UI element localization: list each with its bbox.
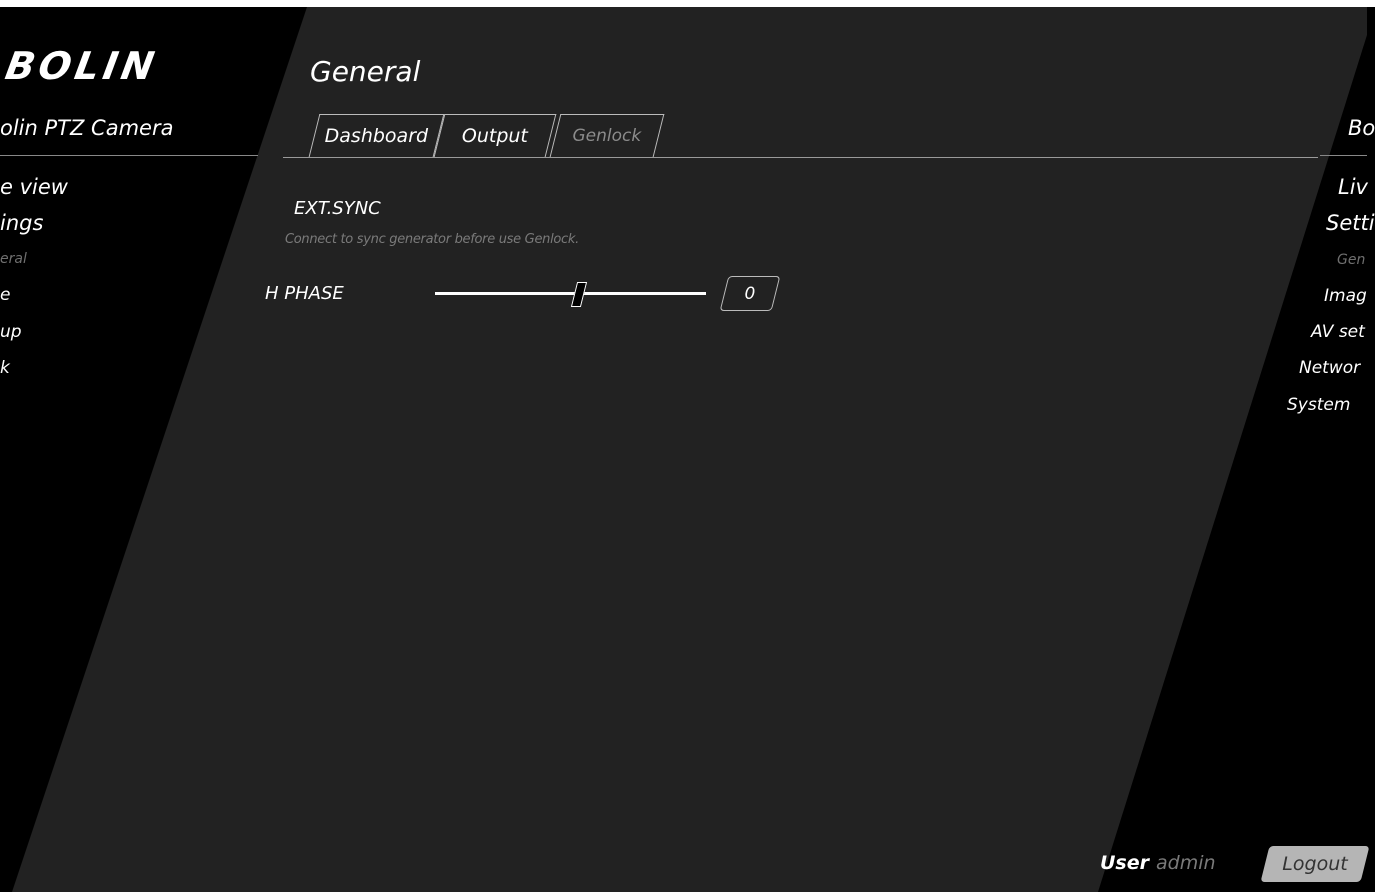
- right-sidebar-item-system[interactable]: System: [1287, 395, 1350, 415]
- right-sidebar-item-live-view[interactable]: Liv: [1338, 175, 1368, 199]
- main-panel: [12, 7, 1367, 892]
- sidebar-item-network[interactable]: k: [0, 358, 10, 378]
- tab-output[interactable]: Output: [433, 114, 557, 157]
- sidebar-item-image[interactable]: e: [0, 285, 10, 305]
- right-sidebar-item-general[interactable]: Gen: [1337, 252, 1365, 268]
- tab-dashboard[interactable]: Dashboard: [308, 114, 445, 157]
- h-phase-value-input[interactable]: 0: [719, 276, 781, 311]
- logout-label: Logout: [1282, 853, 1348, 875]
- sidebar-item-live-view[interactable]: e view: [0, 175, 68, 199]
- sidebar-item-general[interactable]: eral: [0, 251, 27, 267]
- tab-baseline: [283, 157, 1318, 158]
- sidebar-divider: [0, 155, 258, 156]
- h-phase-slider-track[interactable]: [435, 292, 706, 295]
- right-sidebar-divider: [1320, 155, 1367, 156]
- right-camera-name: Bo: [1348, 116, 1375, 140]
- app-window: BOLIN olin PTZ Camera e view ings eral e…: [0, 0, 1375, 892]
- sidebar-item-settings[interactable]: ings: [0, 211, 43, 235]
- right-sidebar-item-network[interactable]: Networ: [1299, 358, 1360, 378]
- tab-output-label: Output: [461, 125, 528, 147]
- tab-genlock-label: Genlock: [572, 126, 642, 146]
- tab-genlock[interactable]: Genlock: [549, 114, 665, 157]
- camera-name: olin PTZ Camera: [0, 116, 174, 140]
- logout-button[interactable]: Logout: [1260, 846, 1370, 882]
- top-bar: [0, 0, 1375, 7]
- ext-sync-title: EXT.SYNC: [294, 198, 381, 219]
- page-title: General: [310, 55, 421, 88]
- h-phase-label: H PHASE: [265, 283, 344, 304]
- right-sidebar-item-image[interactable]: Imag: [1324, 286, 1367, 306]
- user-label: User: [1100, 852, 1149, 874]
- sidebar-item-av-setup[interactable]: up: [0, 322, 22, 342]
- right-sidebar-item-av-setup[interactable]: AV set: [1311, 322, 1365, 342]
- brand-logo: BOLIN: [2, 44, 162, 88]
- right-sidebar-item-settings[interactable]: Setti: [1326, 211, 1375, 235]
- user-name: admin: [1156, 852, 1216, 874]
- genlock-hint: Connect to sync generator before use Gen…: [285, 232, 579, 247]
- tab-dashboard-label: Dashboard: [324, 125, 429, 147]
- h-phase-value: 0: [744, 284, 756, 304]
